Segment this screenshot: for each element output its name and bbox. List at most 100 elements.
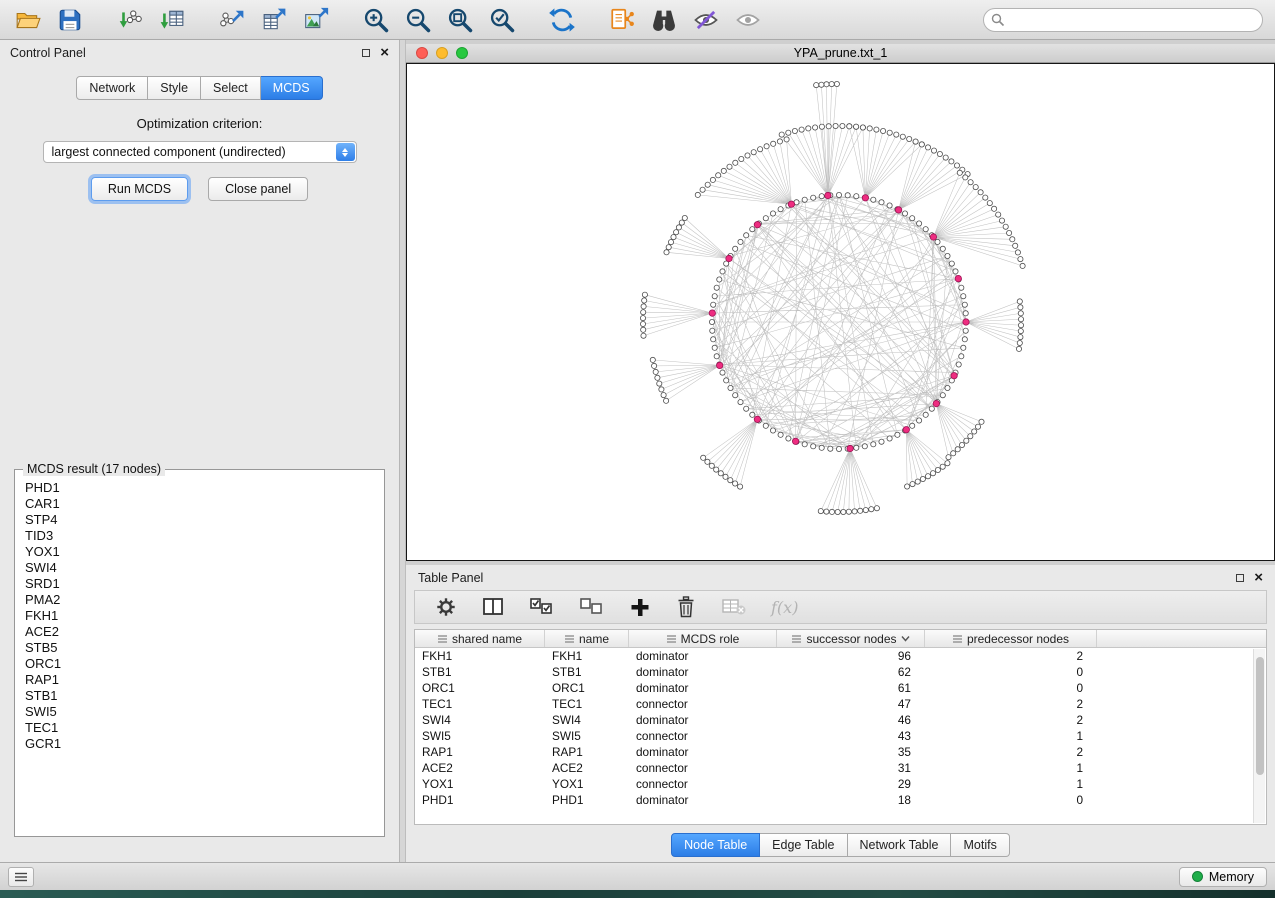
network-node[interactable]	[659, 387, 664, 392]
network-node[interactable]	[829, 82, 834, 87]
network-node[interactable]	[863, 508, 868, 513]
tab-network[interactable]: Network	[76, 76, 148, 100]
table-scrollbar-thumb[interactable]	[1256, 657, 1264, 775]
network-node[interactable]	[674, 230, 679, 235]
column-header-shared-name[interactable]: shared name	[415, 630, 545, 647]
network-node[interactable]	[641, 304, 646, 309]
network-node[interactable]	[758, 147, 763, 152]
column-header-name[interactable]: name	[545, 630, 629, 647]
hide-selected-button[interactable]	[690, 4, 722, 36]
network-node[interactable]	[728, 385, 733, 390]
network-node[interactable]	[1018, 311, 1023, 316]
network-node[interactable]	[940, 246, 945, 251]
network-node[interactable]	[733, 246, 738, 251]
save-session-button[interactable]	[54, 4, 86, 36]
network-node[interactable]	[930, 471, 935, 476]
network-node[interactable]	[917, 418, 922, 423]
network-node[interactable]	[940, 464, 945, 469]
network-view-canvas[interactable]	[406, 63, 1275, 561]
table-row[interactable]: SWI4SWI4dominator462	[415, 712, 1266, 728]
network-node[interactable]	[705, 459, 710, 464]
network-node[interactable]	[1018, 329, 1023, 334]
network-node[interactable]	[1003, 224, 1008, 229]
network-node[interactable]	[954, 163, 959, 168]
show-columns-button[interactable]	[481, 594, 505, 620]
network-node[interactable]	[642, 298, 647, 303]
export-table-button[interactable]	[258, 4, 290, 36]
network-dominator-node[interactable]	[754, 222, 760, 228]
network-node[interactable]	[714, 467, 719, 472]
share-document-button[interactable]	[606, 4, 638, 36]
network-node[interactable]	[836, 192, 841, 197]
mcds-node-item[interactable]: PHD1	[21, 480, 380, 496]
network-node[interactable]	[720, 370, 725, 375]
network-node[interactable]	[799, 127, 804, 132]
network-node[interactable]	[814, 83, 819, 88]
network-node[interactable]	[661, 393, 666, 398]
network-node[interactable]	[887, 436, 892, 441]
network-node[interactable]	[957, 170, 962, 175]
network-node[interactable]	[913, 139, 918, 144]
network-node[interactable]	[733, 393, 738, 398]
network-node[interactable]	[744, 406, 749, 411]
network-node[interactable]	[723, 474, 728, 479]
network-node[interactable]	[835, 509, 840, 514]
network-node[interactable]	[718, 471, 723, 476]
network-dominator-node[interactable]	[955, 275, 961, 281]
network-node[interactable]	[1018, 257, 1023, 262]
network-node[interactable]	[1017, 299, 1022, 304]
network-node[interactable]	[902, 211, 907, 216]
network-node[interactable]	[871, 197, 876, 202]
tab-node-table[interactable]: Node Table	[671, 833, 760, 857]
network-node[interactable]	[727, 164, 732, 169]
table-row[interactable]: ACE2ACE2connector311	[415, 760, 1266, 776]
network-node[interactable]	[784, 137, 789, 142]
mcds-node-item[interactable]: CAR1	[21, 496, 380, 512]
tab-style[interactable]: Style	[148, 76, 201, 100]
network-node[interactable]	[682, 215, 687, 220]
network-node[interactable]	[819, 124, 824, 129]
mcds-node-item[interactable]: YOX1	[21, 544, 380, 560]
mcds-node-item[interactable]: SWI5	[21, 704, 380, 720]
delete-column-button[interactable]	[675, 594, 697, 620]
network-node[interactable]	[951, 451, 956, 456]
network-node[interactable]	[935, 239, 940, 244]
delete-table-button-disabled[interactable]	[721, 594, 747, 620]
network-node[interactable]	[819, 194, 824, 199]
network-node[interactable]	[963, 311, 968, 316]
network-node[interactable]	[824, 82, 829, 87]
network-node[interactable]	[996, 212, 1001, 217]
network-node[interactable]	[792, 128, 797, 133]
network-node[interactable]	[860, 125, 865, 130]
network-node[interactable]	[915, 479, 920, 484]
network-node[interactable]	[733, 481, 738, 486]
network-node[interactable]	[1016, 346, 1021, 351]
network-node[interactable]	[711, 337, 716, 342]
network-node[interactable]	[650, 357, 655, 362]
network-node[interactable]	[874, 506, 879, 511]
network-node[interactable]	[824, 509, 829, 514]
export-network-button[interactable]	[216, 4, 248, 36]
network-node[interactable]	[959, 354, 964, 359]
network-node[interactable]	[750, 227, 755, 232]
close-table-panel-icon[interactable]: ×	[1254, 573, 1263, 583]
network-node[interactable]	[945, 253, 950, 258]
network-node[interactable]	[695, 192, 700, 197]
network-node[interactable]	[1007, 230, 1012, 235]
network-node[interactable]	[846, 509, 851, 514]
network-node[interactable]	[709, 463, 714, 468]
network-node[interactable]	[925, 474, 930, 479]
network-node[interactable]	[778, 207, 783, 212]
network-node[interactable]	[641, 333, 646, 338]
network-node[interactable]	[964, 438, 969, 443]
network-node[interactable]	[779, 132, 784, 137]
network-node[interactable]	[968, 180, 973, 185]
network-node[interactable]	[917, 221, 922, 226]
network-node[interactable]	[962, 337, 967, 342]
network-node[interactable]	[724, 378, 729, 383]
network-node[interactable]	[664, 250, 669, 255]
network-node[interactable]	[712, 345, 717, 350]
add-column-button[interactable]	[629, 594, 651, 620]
network-node[interactable]	[943, 155, 948, 160]
zoom-fit-button[interactable]	[444, 4, 476, 36]
